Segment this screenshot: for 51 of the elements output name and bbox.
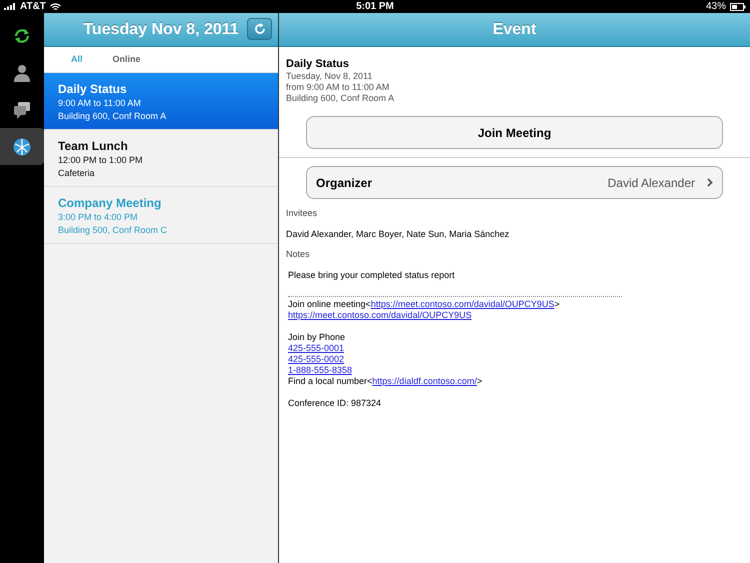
battery-level: 43%	[706, 0, 726, 13]
event-time: 3:00 PM to 4:00 PM	[58, 211, 139, 224]
join-meeting-button[interactable]: Join Meeting	[306, 116, 723, 149]
note-link[interactable]: 1-888-555-8358	[288, 364, 352, 376]
event-list-item[interactable]: Daily Status 9:00 AM to 11:00 AM Building 600, Conf Room A	[44, 73, 278, 130]
wifi-icon	[50, 2, 61, 10]
event-location: Building 500, Conf Room C	[58, 224, 168, 237]
organizer-label: Organizer	[316, 174, 372, 192]
note-text: Join by Phone	[288, 332, 346, 342]
event-date: Tuesday, Nov 8, 2011	[286, 71, 374, 82]
invitees-label: Invitees	[286, 207, 318, 220]
note-text: Please bring your completed status report	[288, 270, 455, 280]
battery-icon	[730, 2, 746, 10]
organizer-name: David Alexander	[608, 174, 695, 192]
refresh-button[interactable]	[247, 18, 272, 40]
note-link[interactable]: https://meet.contoso.com/davidal/OUPCY9US	[288, 310, 472, 320]
note-text: Conference ID: 987324	[288, 398, 382, 408]
note-text: >	[476, 376, 482, 386]
clock-time: 5:01 PM	[356, 0, 394, 13]
note-link[interactable]: https://dialdf.contoso.com/	[372, 376, 477, 386]
panel-title: Event	[492, 20, 536, 40]
event-time: 12:00 PM to 1:00 PM	[58, 154, 144, 167]
organizer-row[interactable]: Organizer David Alexander	[306, 166, 723, 199]
note-text: Join online meeting<	[288, 298, 371, 310]
sidebar-item[interactable]	[0, 128, 44, 165]
signal-icon	[4, 3, 16, 10]
event-title: Team Lunch	[58, 139, 129, 154]
note-link[interactable]: https://meet.contoso.com/davidal/OUPCY9US	[370, 298, 554, 310]
date-title: Tuesday Nov 8, 2011	[83, 20, 239, 40]
invitees-list: David Alexander, Marc Boyer, Nate Sun, Maria Sánchez	[286, 228, 743, 241]
globe-icon	[12, 136, 32, 156]
event-title: Company Meeting	[58, 196, 162, 211]
notes-label: Notes	[286, 248, 311, 261]
note-text: >	[554, 298, 560, 310]
person-icon	[12, 62, 32, 82]
event-location: Building 600, Conf Room A	[58, 110, 168, 123]
event-list-item[interactable]: Team Lunch 12:00 PM to 1:00 PM Cafeteria	[44, 130, 278, 187]
event-location: Cafeteria	[58, 167, 96, 180]
chat-bubbles-icon	[12, 100, 32, 120]
carrier-name: AT&T	[20, 0, 46, 13]
event-title: Daily Status	[286, 58, 350, 71]
note-link[interactable]: 425-555-0001	[288, 342, 344, 354]
filter-tab[interactable]: Online	[108, 52, 146, 66]
event-time: from 9:00 AM to 11:00 AM	[286, 82, 390, 93]
chevron-icon	[707, 178, 713, 187]
note-text: Find a local number<	[288, 376, 372, 386]
refresh-icon	[254, 23, 266, 35]
event-location: Building 600, Conf Room A	[286, 93, 396, 104]
event-title: Daily Status	[58, 82, 128, 97]
note-link[interactable]: 425-555-0002	[288, 354, 344, 364]
event-time: 9:00 AM to 11:00 AM	[58, 97, 142, 110]
